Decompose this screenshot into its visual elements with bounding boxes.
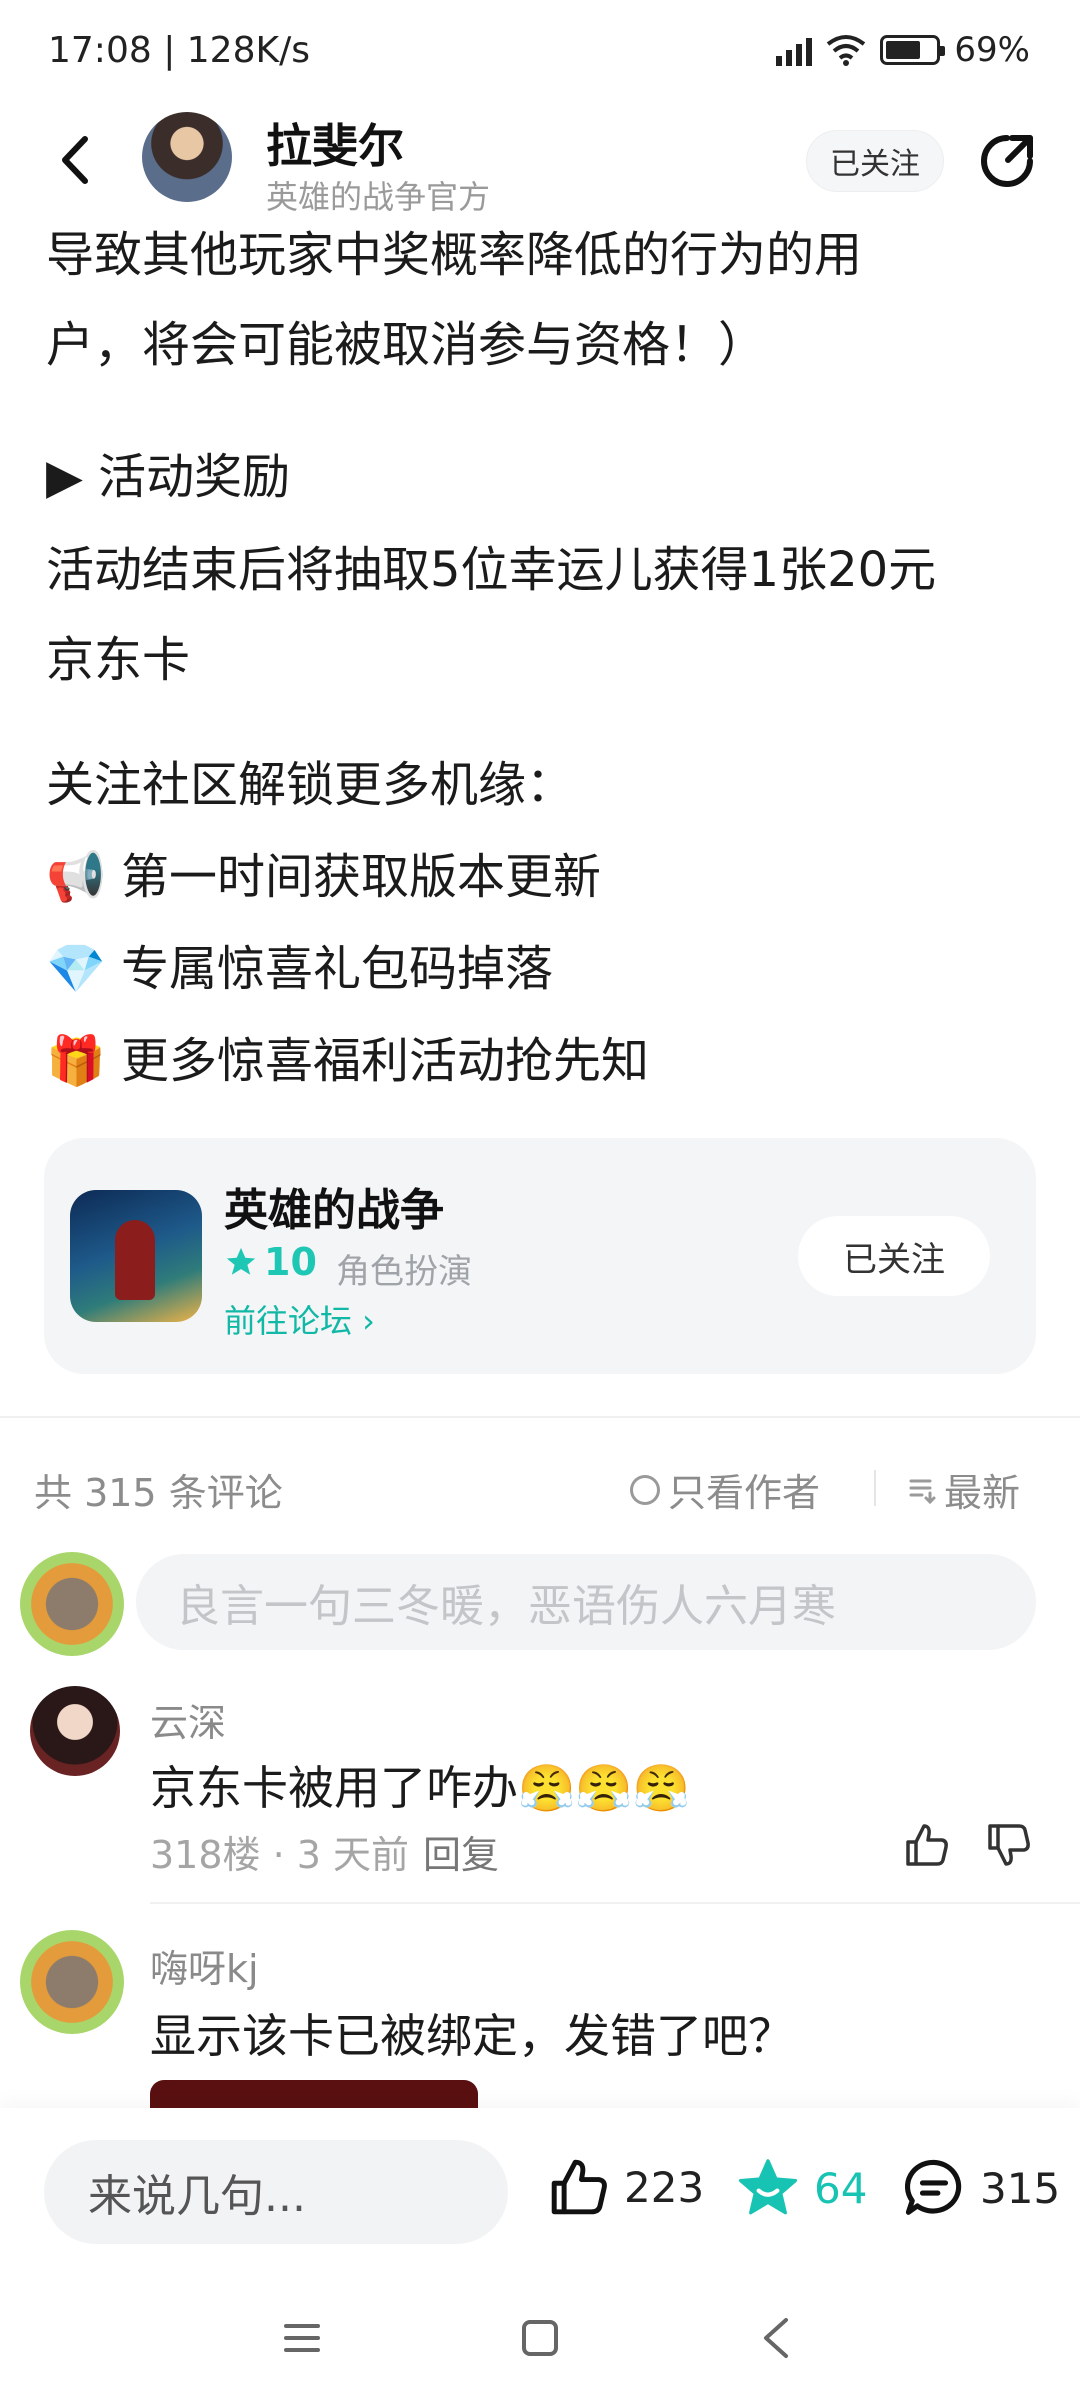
goto-forum-link[interactable]: 前往论坛 › [224,1296,375,1342]
comment-image[interactable] [150,2080,478,2110]
comment-divider [150,1902,1080,1904]
like-count: 223 [624,2162,705,2212]
section-divider [0,1416,1080,1418]
back-triangle-icon[interactable] [756,2316,796,2360]
system-nav-bar [0,2278,1080,2400]
favorite-count: 64 [814,2163,868,2213]
filter-separator [874,1470,876,1506]
forum-card[interactable]: 英雄的战争 10 角色扮演 前往论坛 › 已关注 [44,1138,1036,1374]
content-line: 📢 第一时间获取版本更新 [46,849,602,905]
game-rating: 10 [224,1240,317,1284]
thumb-down-icon[interactable] [984,1820,1034,1870]
my-avatar [20,1552,124,1656]
commenter-avatar[interactable] [30,1686,120,1776]
menu-icon[interactable] [282,2318,322,2358]
post-header: 拉斐尔 英雄的战争官方 已关注 [0,100,1080,220]
chevron-left-icon [62,136,88,184]
content-line: 关注社区解锁更多机缘： [46,757,575,813]
sort-selector[interactable]: 最新 [908,1462,1020,1517]
favorite-button[interactable]: 64 [736,2156,867,2220]
sort-label: 最新 [944,1471,1021,1515]
only-author-label: 只看作者 [668,1471,821,1515]
game-genre: 角色扮演 [336,1252,472,1292]
status-bar: 17:08 | 128K/s 69% [0,0,1080,100]
radio-circle-icon [630,1474,660,1505]
status-icons: 69% [776,30,1030,70]
game-icon [70,1190,202,1322]
comment-count: 共 315 条评论 [34,1471,283,1515]
comment-meta: 318楼 · 3 天前 回复 [150,1824,499,1879]
signal-icon [776,34,813,66]
content-line: 活动结束后将抽取5位幸运儿获得1张20元 [46,542,937,598]
commenter-name[interactable]: 云深 [150,1692,226,1747]
content-line: 导致其他玩家中奖概率降低的行为的用 [46,227,863,283]
comment-input[interactable]: 良言一句三冬暖，恶语伤人六月寒 [136,1554,1036,1650]
home-square-icon[interactable] [520,2318,560,2358]
author-subtitle: 英雄的战争官方 [266,178,491,216]
reply-input[interactable]: 来说几句... [44,2140,508,2244]
commenter-name[interactable]: 嗨呀kj [150,1938,259,1993]
section-heading: ▶ 活动奖励 [46,449,291,505]
battery-percent: 69% [954,30,1030,70]
bottom-action-bar: 来说几句... 223 64 315 [0,2108,1080,2278]
content-line: 户，将会可能被取消参与资格！） [46,317,767,373]
content-line: 京东卡 [46,632,191,688]
comment-text: 显示该卡已被绑定，发错了吧？ [150,2009,794,2063]
follow-author-button[interactable]: 已关注 [806,130,944,192]
game-title: 英雄的战争 [224,1185,444,1236]
status-time: 17:08 | 128K/s [48,30,310,71]
comment-floor-time: 318楼 · 3 天前 [150,1833,410,1877]
battery-icon [880,35,946,65]
comment-text: 京东卡被用了咋办😤😤😤 [150,1761,690,1815]
content-line: 🎁 更多惊喜福利活动抢先知 [46,1033,650,1089]
comments-button[interactable]: 315 [902,2156,1060,2220]
star-icon [738,2159,798,2215]
thumb-up-icon[interactable] [902,1820,952,1870]
comment-total: 315 [980,2163,1061,2213]
comment-bubble-icon [904,2159,962,2215]
reply-button[interactable]: 回复 [423,1833,499,1877]
follow-forum-button[interactable]: 已关注 [798,1216,990,1296]
author-name[interactable]: 拉斐尔 [266,110,404,176]
back-button[interactable] [44,125,104,195]
share-button[interactable] [976,130,1038,192]
content-line: 💎 专属惊喜礼包码掉落 [46,941,554,997]
wifi-icon [827,35,866,66]
rating-value: 10 [264,1240,317,1284]
only-author-filter[interactable]: 只看作者 [630,1462,820,1517]
commenter-avatar[interactable] [20,1930,124,2034]
sort-icon [909,1479,936,1504]
thumb-up-icon [551,2159,607,2215]
star-icon [226,1247,256,1275]
author-avatar[interactable] [142,112,232,202]
share-icon [981,135,1033,187]
like-button[interactable]: 223 [548,2156,704,2218]
